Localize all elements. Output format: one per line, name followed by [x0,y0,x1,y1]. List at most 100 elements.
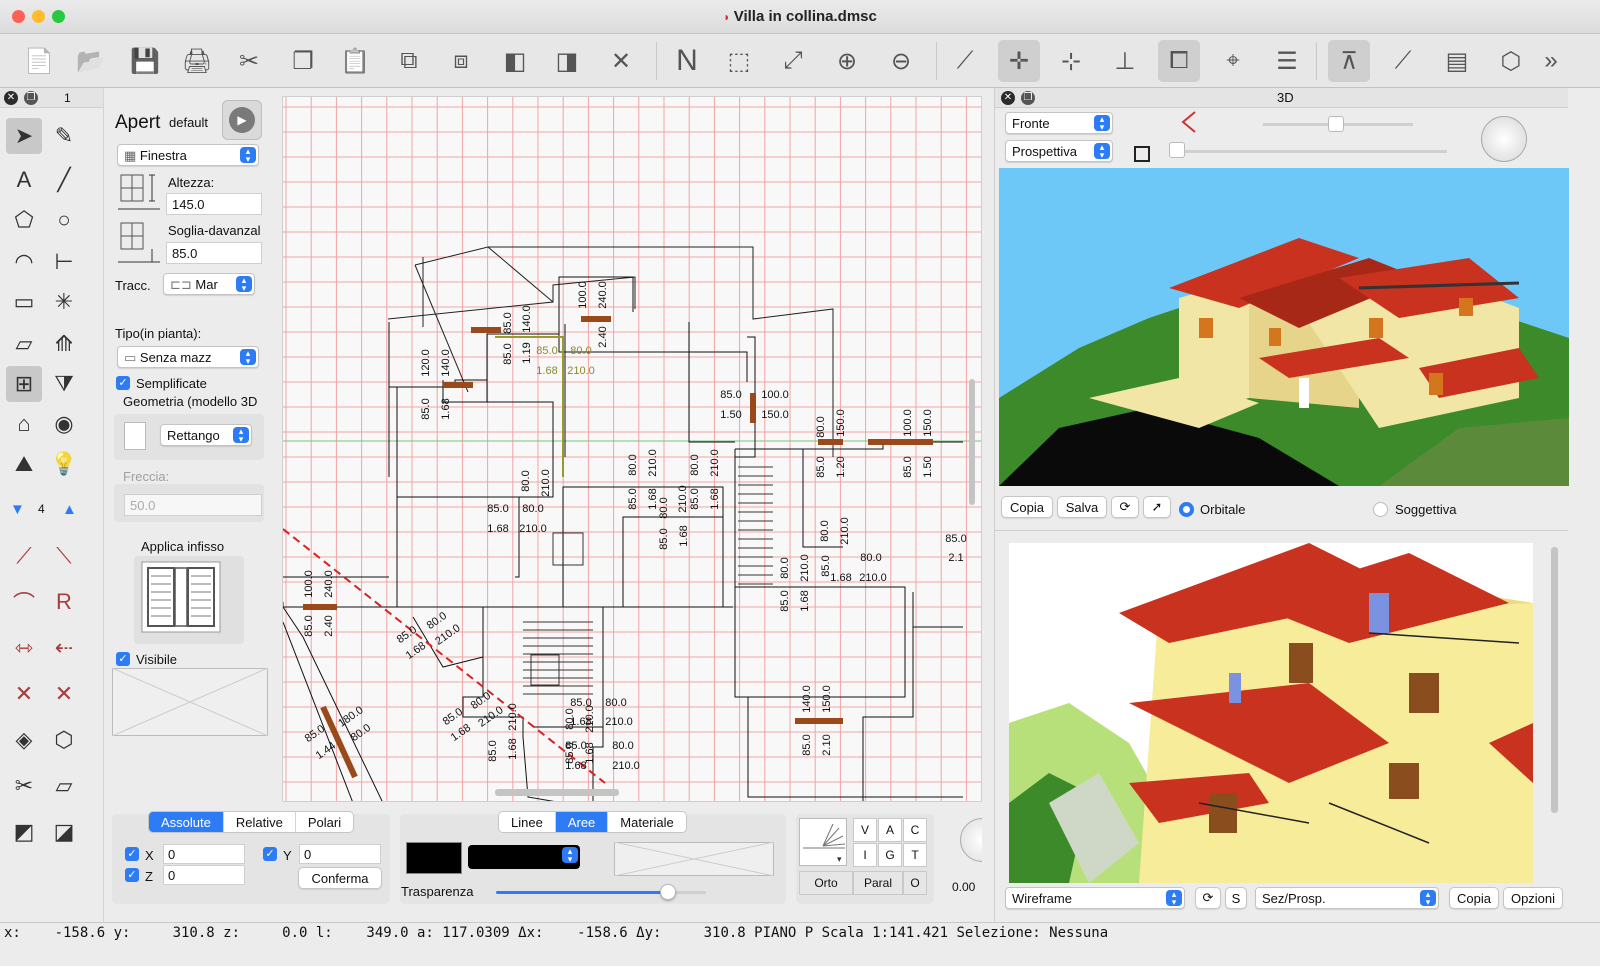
pointer-icon[interactable]: ➤ [6,118,42,154]
north-icon[interactable]: N [666,40,708,82]
snap-c[interactable]: C [903,818,927,842]
z-field[interactable]: 0 [163,865,245,885]
view-select[interactable]: Fronte ▴ ▾ [1005,112,1113,134]
snap-a[interactable]: A [878,818,902,842]
save-3d-button[interactable]: Salva [1057,496,1107,518]
elevation-icon[interactable]: ◪ [46,814,82,850]
wall-icon[interactable]: ▱ [6,326,42,362]
mode-absolute[interactable]: Assolute [149,812,224,832]
plan-vertical-scrollbar[interactable] [969,379,975,505]
detach-icon[interactable]: ❐ [24,91,38,105]
offset-icon[interactable]: ⇠ [46,630,82,666]
camera-icon[interactable]: ◉ [46,406,82,442]
3d-box-icon[interactable]: ⬡ [1490,40,1532,82]
cancel-icon[interactable]: ✕ [600,40,642,82]
copy-3d-button[interactable]: Copia [1001,496,1053,518]
mode-polar[interactable]: Polari [296,812,353,832]
library-icon[interactable]: ▤ [1436,40,1478,82]
crosshair-icon[interactable]: ✛ [998,40,1040,82]
x-checkbox[interactable]: ✓ [125,847,139,861]
ungroup-icon[interactable]: ⧈ [440,40,482,82]
overflow-icon[interactable]: » [1540,40,1562,82]
rotation-dial[interactable] [1481,116,1527,162]
send-back-icon[interactable]: ◨ [546,40,588,82]
rectangle-icon[interactable]: ▭ [6,284,42,320]
zoom-out-icon[interactable]: ⊖ [880,40,922,82]
coordinate-icon[interactable]: ⊥ [1104,40,1146,82]
3d-render-view[interactable] [1009,543,1533,883]
divide-icon[interactable]: ✕ [46,676,82,712]
plan-canvas[interactable]: 85.0 140.0 100.0 240.0 1.19 85.0 2.40 85.0 80.0 1… [282,96,982,802]
mode-relative[interactable]: Relative [224,812,296,832]
polygon-icon[interactable]: ⬠ [6,202,42,238]
sofa-icon[interactable]: ⌂ [6,406,42,442]
fit-view-icon[interactable]: ⤢ [772,40,814,82]
level-up-icon[interactable]: ▲ [62,501,77,518]
orto-button[interactable]: Orto [799,871,853,895]
arc-icon[interactable]: ◠ [6,244,42,280]
text-icon[interactable]: A [6,162,42,198]
transparency-slider[interactable] [660,884,677,900]
paral-button[interactable]: Paral [853,871,903,895]
round-icon[interactable]: R [46,584,82,620]
paint-icon[interactable]: ◈ [6,722,42,758]
origin-icon[interactable]: ⊹ [1050,40,1092,82]
angle-snap-icon[interactable]: ▾ [799,818,847,866]
3d-aerial-view[interactable] [999,168,1569,486]
print-icon[interactable]: 🖨 [176,40,218,82]
y-field[interactable]: 0 [299,844,381,864]
light-icon[interactable]: 💡 [46,446,82,482]
cut-icon[interactable]: ✂ [228,40,270,82]
projection-select[interactable]: Prospettiva ▴ ▾ [1005,140,1113,162]
render-scrollbar[interactable] [1551,547,1558,813]
o-button[interactable]: O [903,871,927,895]
scissors-icon[interactable]: ✂ [6,768,42,804]
snap-line-icon[interactable]: ⟋ [944,40,986,82]
s-button[interactable]: S [1225,887,1247,909]
style-tabs[interactable]: Linee Aree Materiale [498,811,687,833]
snap-i[interactable]: I [853,843,877,867]
zoom-in-icon[interactable]: ⊕ [826,40,868,82]
lines-icon[interactable]: ☰ [1266,40,1308,82]
simplified-checkbox[interactable]: ✓ [116,376,130,390]
slope-icon[interactable]: ⟋ [1382,40,1424,82]
asterisk-icon[interactable]: ✳ [46,284,82,320]
extend-icon[interactable]: ⟍ [46,538,82,574]
coordinate-mode-segment[interactable]: Assolute Relative Polari [148,811,355,833]
y-checkbox[interactable]: ✓ [263,847,277,861]
terrain-icon[interactable]: ⛰ [6,446,42,482]
section-select[interactable]: Sez/Prosp. ▴ ▾ [1255,887,1439,909]
floor-plan-drawing[interactable]: 85.0 140.0100.0 240.01.1985.02.4085.0 80.01… [283,97,982,802]
paste-icon[interactable]: 📋 [334,40,376,82]
section-icon[interactable]: ◩ [6,814,42,850]
run-button[interactable]: ▶ [222,100,262,140]
arrow-field[interactable]: 50.0 [124,494,262,516]
trace-select[interactable]: ⊏⊐ Mar ▴ ▾ [163,273,255,295]
tab-lines[interactable]: Linee [499,812,556,832]
lens-slider[interactable] [1328,116,1344,132]
open-folder-icon[interactable]: 📂 [70,40,112,82]
shape-icon[interactable]: ⬡ [46,722,82,758]
close-icon[interactable]: ✕ [1001,91,1015,105]
line-icon[interactable]: ╱ [46,162,82,198]
visible-checkbox[interactable]: ✓ [116,652,130,666]
select-frame-icon[interactable]: ⬚ [718,40,760,82]
detach-icon[interactable]: ❐ [1021,91,1035,105]
window-icon[interactable]: ⊞ [6,366,42,402]
level-down-icon[interactable]: ▼ [10,501,25,518]
dimension-icon[interactable]: ⊢ [46,244,82,280]
pointer-select-icon[interactable]: ⌖ [1212,40,1254,82]
refresh-icon[interactable]: ⟳ [1195,887,1221,909]
pencil-icon[interactable]: ✎ [46,118,82,154]
tab-material[interactable]: Materiale [608,812,685,832]
circle-icon[interactable]: ○ [46,202,82,238]
fill-color-swatch[interactable] [406,842,462,874]
z-checkbox[interactable]: ✓ [125,868,139,882]
plan-horizontal-scrollbar[interactable] [495,789,619,796]
tab-areas[interactable]: Aree [555,812,609,832]
level-icon[interactable]: ⊼ [1328,40,1370,82]
apply-window-button[interactable] [134,556,244,644]
fillet-icon[interactable]: ⌒ [6,584,42,620]
geometry-select[interactable]: Rettango ▴ ▾ [160,424,252,446]
trim-icon[interactable]: ⟋ [6,538,42,574]
